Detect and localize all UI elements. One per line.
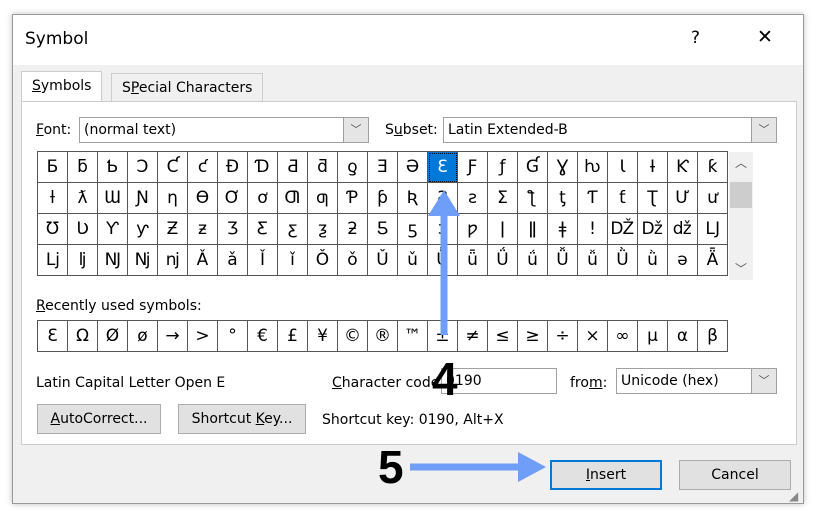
step-5-label: 5 <box>378 441 404 493</box>
step-4-label: 4 <box>432 353 458 405</box>
arrow-up-head <box>428 190 460 216</box>
arrow-right-head <box>518 452 546 482</box>
annotation-overlay <box>410 190 546 482</box>
